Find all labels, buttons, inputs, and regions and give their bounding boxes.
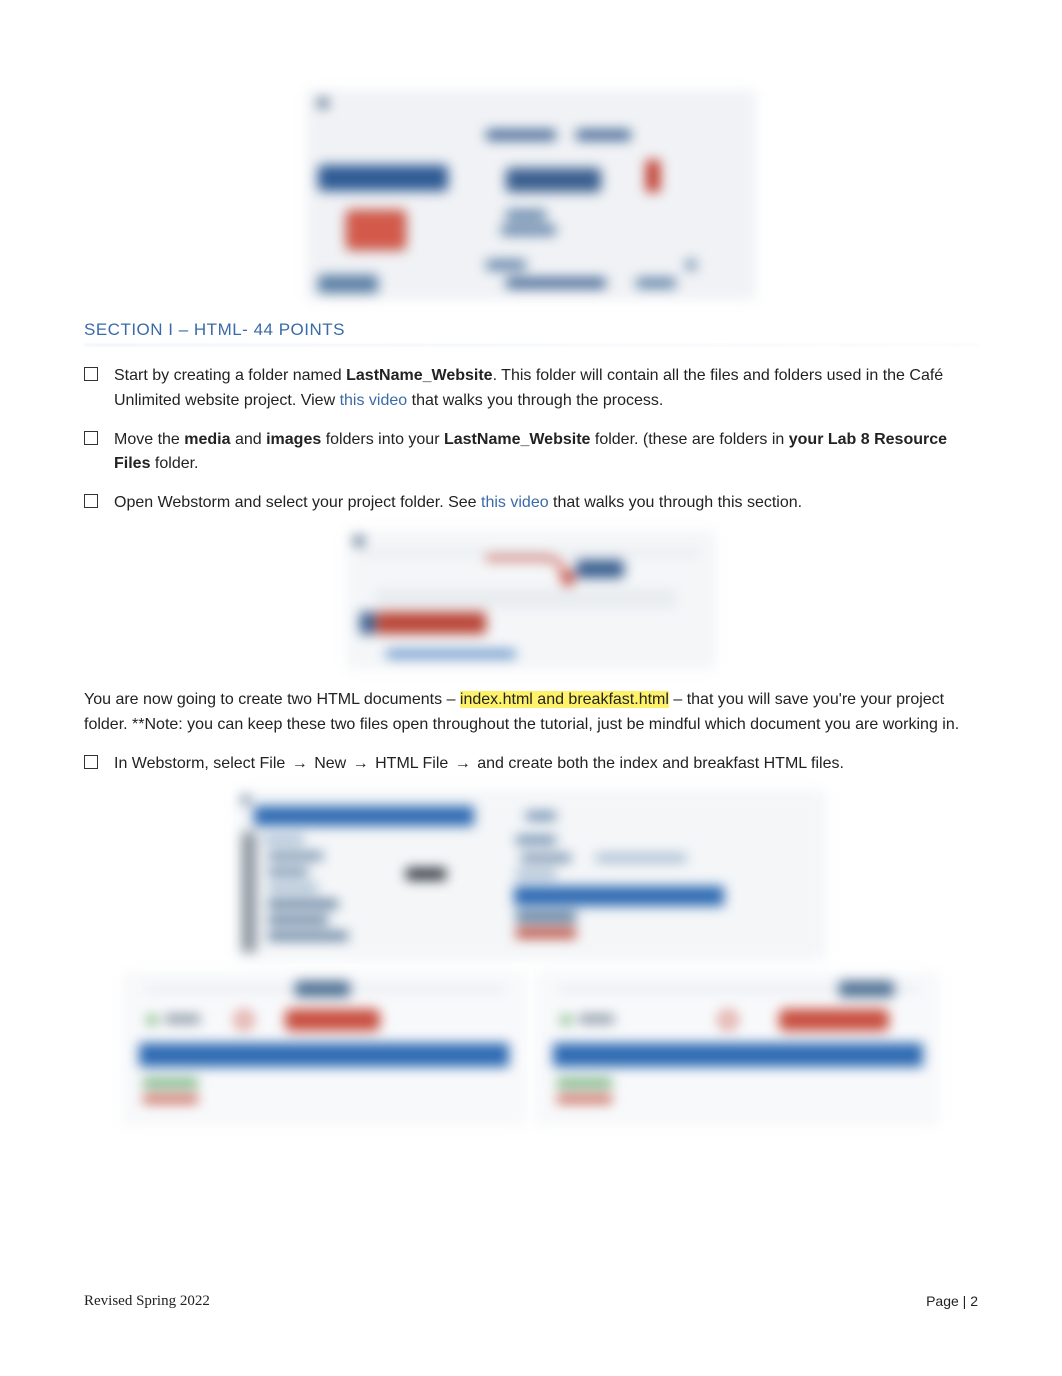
checkbox-icon	[84, 367, 98, 381]
item-text: In Webstorm, select File → New → HTML Fi…	[114, 752, 978, 777]
screenshot-row	[84, 974, 978, 1124]
text: and create both the index and breakfast …	[473, 755, 844, 772]
checkbox-icon	[84, 431, 98, 445]
bold-text: LastName_Website	[444, 431, 590, 448]
text: In Webstorm, select File	[114, 755, 290, 772]
screenshot-image-1	[306, 90, 756, 300]
checklist-item-1: Start by creating a folder named LastNam…	[84, 364, 978, 414]
text: New	[310, 755, 351, 772]
text: folder.	[150, 455, 198, 472]
text: Move the	[114, 431, 184, 448]
arrow-icon: →	[455, 752, 471, 777]
text: folders into your	[321, 431, 444, 448]
section-underline	[84, 344, 978, 346]
checklist-item-2: Move the media and images folders into y…	[84, 428, 978, 478]
screenshot-image-4b	[538, 974, 938, 1124]
footer-page: Page | 2	[926, 1293, 978, 1310]
video-link[interactable]: this video	[481, 494, 549, 511]
checklist-item-4: In Webstorm, select File → New → HTML Fi…	[84, 752, 978, 777]
section-title: SECTION I – HTML- 44 POINTS	[84, 320, 978, 340]
text: and	[231, 431, 267, 448]
bold-text: LastName_Website	[346, 367, 492, 384]
bold-text: images	[266, 431, 321, 448]
checkbox-icon	[84, 494, 98, 508]
arrow-icon: →	[353, 752, 369, 777]
text: HTML File	[371, 755, 453, 772]
text: You are now going to create two HTML doc…	[84, 691, 460, 708]
item-text: Move the media and images folders into y…	[114, 428, 978, 478]
text: Open Webstorm and select your project fo…	[114, 494, 481, 511]
screenshot-image-4a	[124, 974, 524, 1124]
bold-text: media	[184, 431, 230, 448]
footer: Revised Spring 2022 Page | 2	[84, 1293, 978, 1310]
arrow-icon: →	[292, 752, 308, 777]
screenshot-image-3	[236, 790, 826, 960]
checklist-item-3: Open Webstorm and select your project fo…	[84, 491, 978, 516]
item-text: Start by creating a folder named LastNam…	[114, 364, 978, 414]
paragraph: You are now going to create two HTML doc…	[84, 688, 978, 738]
text: Start by creating a folder named	[114, 367, 346, 384]
video-link[interactable]: this video	[340, 392, 408, 409]
highlighted-text: index.html and breakfast.html	[460, 691, 669, 708]
text: that walks you through the process.	[407, 392, 663, 409]
screenshot-image-2	[346, 530, 716, 670]
footer-revised: Revised Spring 2022	[84, 1293, 210, 1310]
checkbox-icon	[84, 755, 98, 769]
item-text: Open Webstorm and select your project fo…	[114, 491, 978, 516]
text: that walks you through this section.	[549, 494, 802, 511]
text: folder. (these are folders in	[590, 431, 788, 448]
